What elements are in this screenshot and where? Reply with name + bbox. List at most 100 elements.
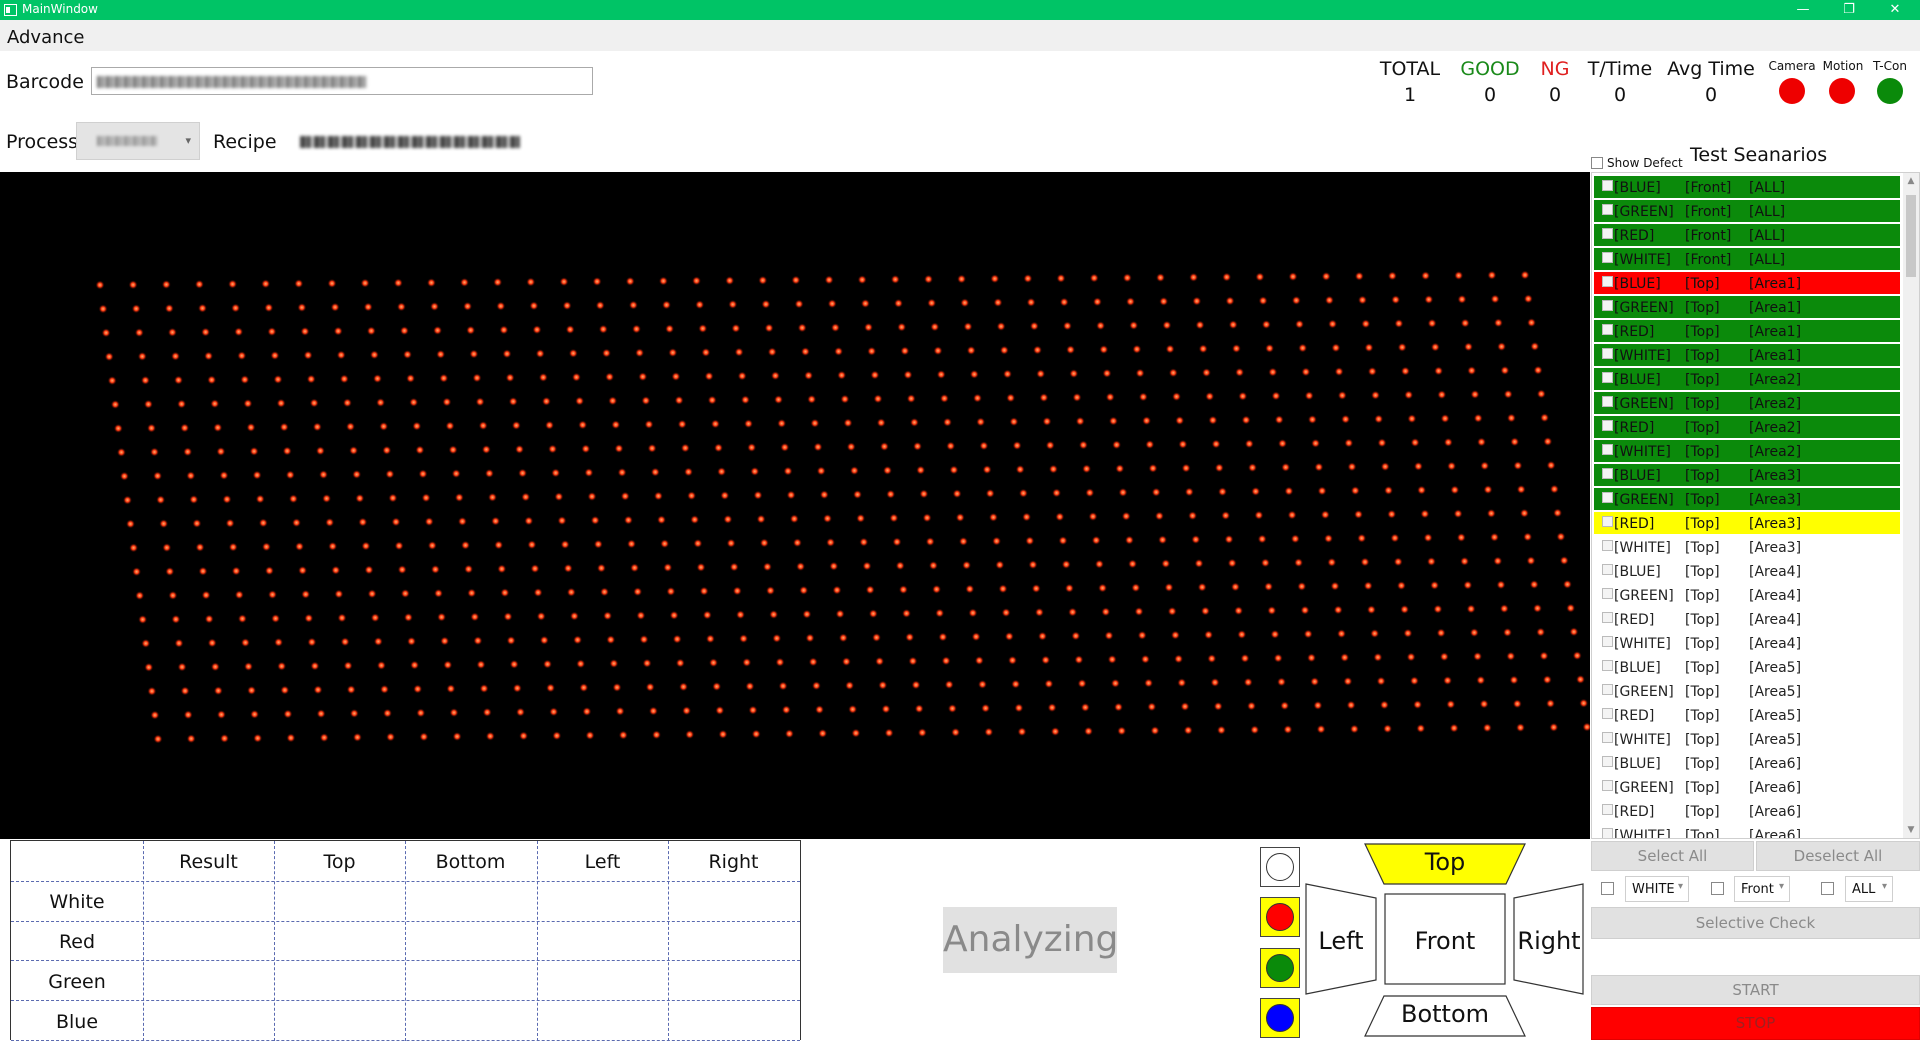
side-filter-checkbox[interactable]	[1711, 882, 1724, 895]
scenario-side: [Top]	[1685, 324, 1720, 340]
scenario-area: [ALL]	[1749, 180, 1786, 196]
scenario-row[interactable]: [RED] [Front] [ALL]	[1594, 224, 1900, 246]
pattern-red-button[interactable]	[1260, 897, 1300, 937]
scenarios-title: Test Seanarios	[1690, 144, 1828, 166]
chevron-down-icon: ▾	[185, 134, 191, 147]
scenario-row[interactable]: [WHITE] [Top] [Area6]	[1594, 824, 1900, 839]
scenario-row[interactable]: [WHITE] [Front] [ALL]	[1594, 248, 1900, 270]
scroll-down-icon[interactable]: ▼	[1903, 822, 1919, 838]
scenario-row[interactable]: [GREEN] [Front] [ALL]	[1594, 200, 1900, 222]
show-defect-toggle[interactable]: Show Defect	[1591, 156, 1683, 170]
scenario-checkbox[interactable]	[1602, 492, 1613, 503]
scenario-checkbox[interactable]	[1602, 180, 1613, 191]
scenario-row[interactable]: [BLUE] [Top] [Area6]	[1594, 752, 1900, 774]
area-filter-checkbox[interactable]	[1821, 882, 1834, 895]
scenario-checkbox[interactable]	[1602, 540, 1613, 551]
start-button[interactable]: START	[1591, 975, 1920, 1005]
results-column-header: Left	[584, 851, 621, 873]
recipe-value-redacted	[300, 134, 520, 150]
show-defect-checkbox[interactable]	[1591, 157, 1603, 169]
scenario-area: [Area6]	[1749, 828, 1802, 839]
scenario-row[interactable]: [GREEN] [Top] [Area6]	[1594, 776, 1900, 798]
scenario-row[interactable]: [WHITE] [Top] [Area4]	[1594, 632, 1900, 654]
scenario-checkbox[interactable]	[1602, 756, 1613, 767]
scenario-checkbox[interactable]	[1602, 228, 1613, 239]
scenario-checkbox[interactable]	[1602, 828, 1613, 838]
scenario-side: [Top]	[1685, 684, 1720, 700]
scenario-row[interactable]: [BLUE] [Top] [Area5]	[1594, 656, 1900, 678]
scenario-row[interactable]: [BLUE] [Front] [ALL]	[1594, 176, 1900, 198]
scenario-side: [Top]	[1685, 756, 1720, 772]
barcode-input[interactable]	[91, 67, 593, 95]
scenario-side: [Top]	[1685, 348, 1720, 364]
scenario-checkbox[interactable]	[1602, 372, 1613, 383]
scenario-checkbox[interactable]	[1602, 612, 1613, 623]
scenario-row[interactable]: [BLUE] [Top] [Area2]	[1594, 368, 1900, 390]
scenario-checkbox[interactable]	[1602, 660, 1613, 671]
scenario-row[interactable]: [WHITE] [Top] [Area3]	[1594, 536, 1900, 558]
pattern-blue-button[interactable]	[1260, 998, 1300, 1038]
scenario-row[interactable]: [BLUE] [Top] [Area4]	[1594, 560, 1900, 582]
scenario-row[interactable]: [GREEN] [Top] [Area4]	[1594, 584, 1900, 606]
scenario-color: [BLUE]	[1614, 756, 1661, 772]
process-select[interactable]: ▾	[76, 122, 200, 160]
scenario-checkbox[interactable]	[1602, 348, 1613, 359]
close-button[interactable]: ✕	[1872, 0, 1918, 20]
scenario-checkbox[interactable]	[1602, 780, 1613, 791]
scenario-checkbox[interactable]	[1602, 252, 1613, 263]
scenario-row[interactable]: [RED] [Top] [Area4]	[1594, 608, 1900, 630]
scenario-row[interactable]: [RED] [Top] [Area3]	[1594, 512, 1900, 534]
selective-check-button[interactable]: Selective Check	[1591, 907, 1920, 939]
scenario-checkbox[interactable]	[1602, 276, 1613, 287]
scenario-checkbox[interactable]	[1602, 420, 1613, 431]
deselect-all-button[interactable]: Deselect All	[1756, 841, 1920, 871]
scenario-row[interactable]: [RED] [Top] [Area5]	[1594, 704, 1900, 726]
scenario-row[interactable]: [GREEN] [Top] [Area1]	[1594, 296, 1900, 318]
pattern-white-button[interactable]	[1260, 847, 1300, 887]
circle-blue-icon	[1266, 1004, 1294, 1032]
area-filter-select[interactable]: ALL ▾	[1845, 876, 1893, 902]
scenario-row[interactable]: [WHITE] [Top] [Area1]	[1594, 344, 1900, 366]
color-filter-checkbox[interactable]	[1601, 882, 1614, 895]
scenario-row[interactable]: [GREEN] [Top] [Area5]	[1594, 680, 1900, 702]
scenario-row[interactable]: [BLUE] [Top] [Area1]	[1594, 272, 1900, 294]
scenario-area: [Area4]	[1749, 612, 1802, 628]
scenario-scrollbar[interactable]: ▲ ▼	[1903, 173, 1919, 838]
scenario-row[interactable]: [WHITE] [Top] [Area2]	[1594, 440, 1900, 462]
scenario-checkbox[interactable]	[1602, 444, 1613, 455]
scenario-row[interactable]: [RED] [Top] [Area1]	[1594, 320, 1900, 342]
scenario-row[interactable]: [GREEN] [Top] [Area2]	[1594, 392, 1900, 414]
scenario-checkbox[interactable]	[1602, 708, 1613, 719]
select-all-button[interactable]: Select All	[1591, 841, 1754, 871]
scenario-checkbox[interactable]	[1602, 300, 1613, 311]
scroll-up-icon[interactable]: ▲	[1903, 173, 1919, 189]
scenario-checkbox[interactable]	[1602, 396, 1613, 407]
color-filter-select[interactable]: WHITE ▾	[1625, 876, 1689, 902]
scenario-row[interactable]: [BLUE] [Top] [Area3]	[1594, 464, 1900, 486]
minimize-button[interactable]: —	[1780, 0, 1826, 20]
scenario-checkbox[interactable]	[1602, 684, 1613, 695]
menu-advance[interactable]: Advance	[7, 27, 84, 48]
scenario-checkbox[interactable]	[1602, 732, 1613, 743]
side-filter-select[interactable]: Front ▾	[1734, 876, 1790, 902]
scenario-list[interactable]: ▲ ▼ [BLUE] [Front] [ALL] [GREEN] [Front] [ALL…	[1591, 172, 1920, 839]
scenario-checkbox[interactable]	[1602, 804, 1613, 815]
scenario-checkbox[interactable]	[1602, 588, 1613, 599]
scenario-checkbox[interactable]	[1602, 516, 1613, 527]
analyzing-button[interactable]: Analyzing	[943, 907, 1118, 973]
scenario-row[interactable]: [GREEN] [Top] [Area3]	[1594, 488, 1900, 510]
scenario-checkbox[interactable]	[1602, 324, 1613, 335]
scenario-checkbox[interactable]	[1602, 636, 1613, 647]
scenario-row[interactable]: [RED] [Top] [Area6]	[1594, 800, 1900, 822]
stop-button[interactable]: STOP	[1591, 1007, 1920, 1040]
scenario-area: [Area2]	[1749, 396, 1802, 412]
scroll-thumb[interactable]	[1906, 195, 1916, 277]
scenario-checkbox[interactable]	[1602, 564, 1613, 575]
scenario-side: [Top]	[1685, 372, 1720, 388]
scenario-row[interactable]: [WHITE] [Top] [Area5]	[1594, 728, 1900, 750]
scenario-checkbox[interactable]	[1602, 204, 1613, 215]
pattern-green-button[interactable]	[1260, 948, 1300, 988]
scenario-row[interactable]: [RED] [Top] [Area2]	[1594, 416, 1900, 438]
restore-button[interactable]: ❐	[1826, 0, 1872, 20]
scenario-checkbox[interactable]	[1602, 468, 1613, 479]
